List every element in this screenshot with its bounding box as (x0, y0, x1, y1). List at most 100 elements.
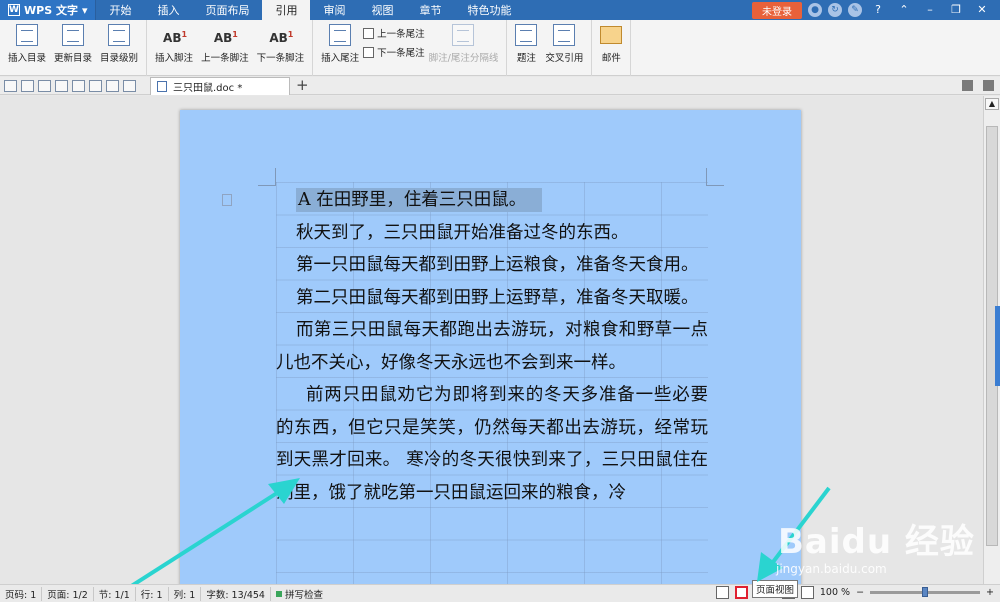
zoom-slider[interactable] (870, 587, 981, 597)
quick-access-toolbar: 三只田鼠.doc * + (0, 77, 1000, 95)
section-info: 节: 1/1 (94, 586, 136, 601)
next-footnote-icon: AB1 (269, 30, 294, 45)
caption-label: 题注 (516, 53, 536, 64)
undo-icon[interactable] (106, 79, 119, 92)
help-button[interactable]: ? (868, 1, 888, 19)
refresh-icon[interactable]: ↻ (828, 3, 842, 17)
insert-footnote-icon: AB1 (163, 30, 188, 45)
watermark-brand: Baidu 经验 (778, 522, 975, 562)
zoom-slider-knob[interactable] (922, 587, 929, 597)
mail-label: 邮件 (601, 53, 621, 64)
tab-special-features[interactable]: 特色功能 (454, 0, 524, 20)
baidu-watermark: Baidu 经验 jingyan.baidu.com (768, 492, 998, 576)
zoom-in-icon[interactable]: + (986, 587, 994, 598)
scroll-up-icon[interactable]: ▲ (985, 98, 999, 110)
insert-footnote-button[interactable]: AB1 插入脚注 (151, 24, 197, 64)
caption-button[interactable]: 题注 (511, 24, 541, 64)
mail-group: 邮件 (592, 20, 632, 76)
insert-endnote-button[interactable]: 插入尾注 (317, 24, 363, 64)
caption-group: 题注 交叉引用 (507, 20, 593, 76)
selected-text: A 在田野里，住着三只田鼠。 (296, 188, 543, 212)
insert-toc-button[interactable]: 插入目录 (4, 24, 50, 64)
app-name: WPS 文字 (24, 4, 78, 17)
feedback-icon[interactable]: ✎ (848, 3, 862, 17)
print-preview-icon[interactable] (72, 79, 85, 92)
toc-level-label: 目录级别 (100, 53, 139, 64)
tab-review[interactable]: 审阅 (310, 0, 358, 20)
save-icon[interactable] (21, 79, 34, 92)
skin-icon[interactable]: ● (808, 3, 822, 17)
minimize-icon[interactable]: – (920, 1, 940, 19)
column-info: 列: 1 (169, 586, 202, 601)
chevron-down-icon: ▾ (81, 3, 88, 17)
close-icon[interactable]: ✕ (972, 1, 992, 19)
toc-level-button[interactable]: 目录级别 (96, 24, 142, 64)
update-toc-button[interactable]: 更新目录 (50, 24, 96, 64)
document-tab-title: 三只田鼠.doc * (173, 83, 243, 94)
insert-toc-icon (16, 24, 38, 46)
tab-list-icon[interactable] (962, 80, 973, 91)
prev-footnote-icon: AB1 (213, 30, 238, 45)
margin-corner-top-right (706, 168, 724, 186)
separator-line-icon (452, 24, 475, 46)
login-button[interactable]: 未登录 (752, 1, 802, 19)
toc-group: 插入目录 更新目录 目录级别 (0, 20, 148, 76)
tab-page-layout[interactable]: 页面布局 (192, 0, 262, 20)
app-menu-button[interactable]: W WPS 文字 ▾ (0, 0, 97, 20)
next-endnote-button[interactable]: 下一条尾注 (363, 45, 425, 59)
update-toc-icon (62, 24, 85, 46)
menubar-right: 未登录 ● ↻ ✎ ? ⌃ – ❐ ✕ (752, 0, 1000, 20)
paragraph-marker-icon[interactable] (222, 194, 232, 206)
spell-check-button[interactable]: 拼写检查 (271, 587, 328, 601)
word-count[interactable]: 字数: 13/454 (201, 586, 271, 601)
document-tab[interactable]: 三只田鼠.doc * (150, 77, 290, 95)
next-footnote-button[interactable]: AB1 下一条脚注 (253, 24, 309, 64)
restore-icon[interactable]: ❐ (946, 1, 966, 19)
endnote-nav: 上一条尾注 下一条尾注 (363, 24, 425, 59)
paragraph: 而第三只田鼠每天都跑出去游玩，对粮食和野草一点儿也不关心，好像冬天永远也不会到来… (276, 320, 708, 373)
tab-home[interactable]: 开始 (96, 0, 144, 20)
next-footnote-label: 下一条脚注 (256, 53, 305, 64)
spell-check-label: 拼写检查 (284, 589, 323, 601)
collapse-ribbon-icon[interactable]: ⌃ (894, 1, 914, 19)
separator-line-label: 脚注/尾注分隔线 (428, 53, 499, 64)
page-count: 页面: 1/2 (42, 586, 94, 601)
caption-icon (515, 24, 538, 46)
spell-check-icon (275, 590, 282, 597)
full-screen-view-icon[interactable] (715, 586, 729, 599)
toc-level-icon (108, 24, 131, 46)
prev-endnote-label: 上一条尾注 (377, 29, 425, 40)
insert-footnote-label: 插入脚注 (155, 53, 194, 64)
insert-endnote-label: 插入尾注 (321, 53, 360, 64)
mail-button[interactable]: 邮件 (596, 24, 626, 64)
cross-ref-icon (553, 24, 576, 46)
tab-view[interactable]: 视图 (358, 0, 406, 20)
tab-chapter[interactable]: 章节 (406, 0, 454, 20)
margin-corner-top-left (258, 168, 276, 186)
zoom-out-icon[interactable]: − (856, 587, 864, 598)
redo-icon[interactable] (123, 79, 136, 92)
new-tab-icon[interactable]: + (296, 77, 309, 94)
document-text[interactable]: A 在田野里，住着三只田鼠。 秋天到了，三只田鼠开始准备过冬的东西。 第一只田鼠… (276, 184, 708, 509)
row-info: 行: 1 (136, 586, 169, 601)
prev-endnote-button[interactable]: 上一条尾注 (363, 26, 425, 40)
tab-insert[interactable]: 插入 (144, 0, 192, 20)
export-pdf-icon[interactable] (38, 79, 51, 92)
paragraph: 前两只田鼠劝它为即将到来的冬天多准备一些必要的东西，但它只是笑笑，仍然每天都出去… (276, 385, 708, 503)
prev-endnote-icon (363, 27, 375, 39)
side-panel-toggle[interactable] (995, 306, 1000, 386)
watermark-url: jingyan.baidu.com (776, 562, 887, 576)
paragraph: 第二只田鼠每天都到田野上运野草，准备冬天取暖。 (296, 287, 699, 308)
cross-ref-label: 交叉引用 (545, 53, 584, 64)
cross-ref-button[interactable]: 交叉引用 (541, 24, 587, 64)
open-icon[interactable] (4, 79, 17, 92)
insert-toc-label: 插入目录 (8, 53, 47, 64)
prev-footnote-button[interactable]: AB1 上一条脚注 (197, 24, 253, 64)
status-bar: 页码: 1 页面: 1/2 节: 1/1 行: 1 列: 1 字数: 13/45… (0, 584, 1000, 602)
next-endnote-label: 下一条尾注 (377, 48, 425, 59)
tab-references[interactable]: 引用 (262, 0, 311, 20)
print-icon[interactable] (55, 79, 68, 92)
copy-format-icon[interactable] (89, 79, 102, 92)
separator-line-button[interactable]: 脚注/尾注分隔线 (425, 24, 503, 64)
close-document-icon[interactable] (983, 80, 994, 91)
